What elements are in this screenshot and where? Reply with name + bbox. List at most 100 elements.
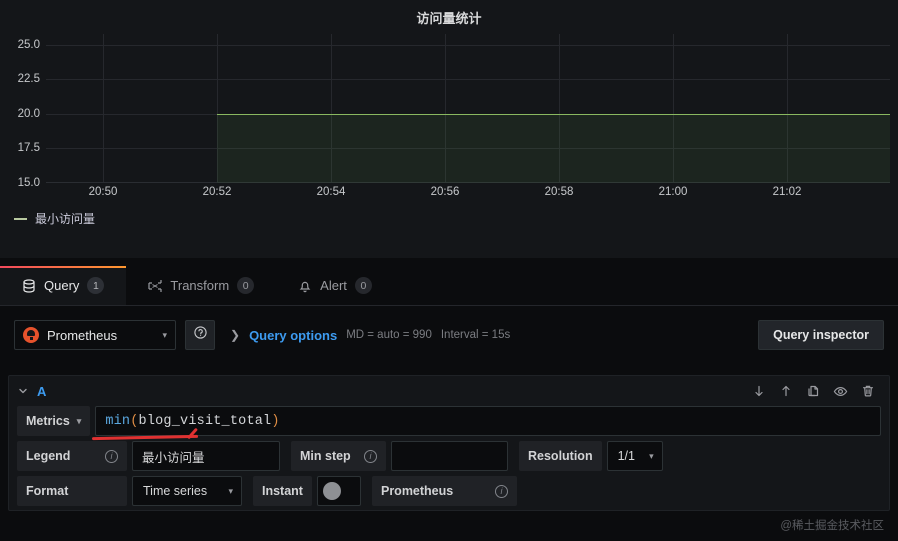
metrics-browser-button[interactable]: Metrics ▾ bbox=[17, 406, 91, 436]
expression-close-paren: ) bbox=[271, 413, 280, 429]
exemplars-label-text: Prometheus bbox=[380, 484, 454, 498]
legend-color-swatch bbox=[14, 217, 27, 220]
chevron-right-icon: ❯ bbox=[230, 328, 241, 342]
toggle-knob bbox=[322, 482, 341, 500]
instant-field-label: Instant bbox=[253, 476, 312, 506]
series-area-fill bbox=[217, 115, 890, 183]
grafana-panel-edit-screen: 访问量统计 25.0 22.5 20.0 17.5 15.0 20:50 20:… bbox=[0, 0, 898, 541]
chart-area: 25.0 22.5 20.0 17.5 15.0 20:50 20:52 20:… bbox=[0, 34, 898, 198]
max-data-points-value: MD = auto = 990 bbox=[346, 329, 432, 341]
tab-alert-label: Alert bbox=[320, 278, 347, 293]
move-query-down-icon[interactable] bbox=[752, 384, 766, 398]
chevron-down-icon: ▾ bbox=[76, 415, 82, 426]
expression-open-paren: ( bbox=[130, 413, 139, 429]
remove-query-icon[interactable] bbox=[861, 384, 875, 398]
x-axis-tick: 20:58 bbox=[544, 186, 574, 198]
tab-transform-label: Transform bbox=[170, 278, 230, 293]
prometheus-logo-icon bbox=[23, 327, 39, 343]
watermark: @稀土掘金技术社区 bbox=[780, 520, 884, 532]
editor-tabs: Query 1 Transform 0 Alert 0 bbox=[0, 266, 898, 306]
format-select[interactable]: Time series ▾ bbox=[132, 476, 242, 506]
datasource-row: Prometheus ▾ ❯ Query options MD = auto =… bbox=[0, 316, 898, 354]
transform-icon bbox=[148, 279, 163, 293]
min-step-input[interactable] bbox=[391, 441, 508, 471]
info-icon[interactable]: i bbox=[364, 449, 377, 463]
database-icon bbox=[22, 278, 36, 293]
tab-alert-badge: 0 bbox=[354, 277, 372, 294]
tab-transform-badge: 0 bbox=[237, 277, 255, 294]
format-label-text: Format bbox=[26, 484, 69, 498]
info-icon[interactable]: i bbox=[494, 484, 508, 498]
instant-toggle[interactable] bbox=[316, 476, 361, 506]
x-axis-tick: 21:00 bbox=[658, 186, 688, 198]
format-value: Time series bbox=[143, 484, 208, 498]
format-options-row: Format Time series ▾ Instant Prometheus … bbox=[9, 476, 889, 511]
instant-label-text: Instant bbox=[262, 484, 303, 498]
series-line bbox=[217, 114, 890, 116]
y-axis-tick: 20.0 bbox=[17, 108, 40, 120]
format-field-label: Format bbox=[17, 476, 127, 506]
info-icon[interactable]: i bbox=[105, 449, 118, 463]
legend-label-text: Legend bbox=[26, 449, 71, 463]
tab-transform[interactable]: Transform 0 bbox=[126, 266, 276, 305]
x-axis-tick: 21:02 bbox=[772, 186, 802, 198]
resolution-value: 1/1 bbox=[617, 449, 635, 463]
datasource-help-button[interactable] bbox=[185, 320, 215, 350]
resolution-label-text: Resolution bbox=[528, 449, 593, 463]
collapse-query-icon[interactable] bbox=[17, 385, 29, 397]
x-axis-tick: 20:56 bbox=[430, 186, 460, 198]
datasource-name: Prometheus bbox=[47, 327, 118, 343]
x-axis-tick: 20:50 bbox=[88, 186, 118, 198]
gridline-horizontal bbox=[46, 45, 890, 46]
plot-canvas[interactable] bbox=[46, 34, 890, 183]
gridline-horizontal bbox=[46, 79, 890, 80]
expression-metric-name: blog_visit_total bbox=[138, 413, 272, 429]
expression-row: Metrics ▾ min(blog_visit_total) bbox=[9, 406, 889, 441]
chevron-down-icon: ▾ bbox=[649, 450, 654, 461]
query-inspector-button[interactable]: Query inspector bbox=[758, 320, 884, 350]
chevron-down-icon: ▾ bbox=[228, 485, 233, 496]
chevron-down-icon: ▾ bbox=[162, 329, 167, 340]
y-axis: 25.0 22.5 20.0 17.5 15.0 bbox=[0, 34, 46, 194]
min-step-label-text: Min step bbox=[300, 449, 351, 463]
y-axis-tick: 25.0 bbox=[17, 39, 40, 51]
x-axis-tick: 20:54 bbox=[316, 186, 346, 198]
metrics-button-label: Metrics bbox=[26, 414, 70, 428]
gridline-vertical bbox=[103, 34, 104, 182]
tab-query-badge: 1 bbox=[87, 277, 105, 294]
duplicate-query-icon[interactable] bbox=[806, 384, 820, 398]
query-actions bbox=[752, 384, 881, 399]
exemplars-field-label: Prometheus i bbox=[371, 476, 517, 506]
chart-legend[interactable]: 最小访问量 bbox=[14, 210, 95, 227]
visualization-panel: 访问量统计 25.0 22.5 20.0 17.5 15.0 20:50 20:… bbox=[0, 0, 898, 258]
bell-icon bbox=[298, 279, 312, 293]
resolution-field-label: Resolution bbox=[519, 441, 602, 471]
tab-query[interactable]: Query 1 bbox=[0, 266, 127, 305]
x-axis-tick: 20:52 bbox=[202, 186, 232, 198]
x-axis: 20:50 20:52 20:54 20:56 20:58 21:00 21:0… bbox=[46, 184, 890, 204]
query-options-label[interactable]: Query options bbox=[249, 328, 337, 343]
legend-field-label: Legend i bbox=[17, 441, 127, 471]
y-axis-tick: 17.5 bbox=[17, 142, 40, 154]
resolution-select[interactable]: 1/1 ▾ bbox=[606, 441, 663, 471]
legend-input[interactable]: 最小访问量 bbox=[132, 441, 280, 471]
promql-expression-input[interactable]: min(blog_visit_total) bbox=[95, 406, 881, 436]
tab-alert[interactable]: Alert 0 bbox=[276, 266, 394, 305]
y-axis-tick: 15.0 bbox=[17, 177, 40, 189]
y-axis-tick: 22.5 bbox=[17, 73, 40, 85]
query-editor-a: A Metrics ▾ min (blog_visit_total) Leg… bbox=[8, 375, 890, 511]
query-options[interactable]: ❯ Query options MD = auto = 990 Interval… bbox=[230, 328, 510, 343]
tab-query-label: Query bbox=[44, 278, 80, 293]
expression-function: min bbox=[105, 413, 131, 429]
move-query-up-icon[interactable] bbox=[779, 384, 793, 398]
legend-options-row: Legend i 最小访问量 Min step i Resolution 1/1… bbox=[9, 441, 889, 476]
min-step-field-label: Min step i bbox=[291, 441, 386, 471]
toggle-query-visibility-icon[interactable] bbox=[833, 384, 848, 399]
query-editor-header: A bbox=[9, 376, 889, 406]
legend-item-label[interactable]: 最小访问量 bbox=[35, 210, 95, 227]
query-ref-id[interactable]: A bbox=[37, 384, 46, 399]
interval-value: Interval = 15s bbox=[440, 329, 511, 341]
help-circle-icon bbox=[193, 325, 208, 345]
page-title: 访问量统计 bbox=[416, 11, 482, 26]
datasource-picker[interactable]: Prometheus ▾ bbox=[14, 320, 176, 350]
